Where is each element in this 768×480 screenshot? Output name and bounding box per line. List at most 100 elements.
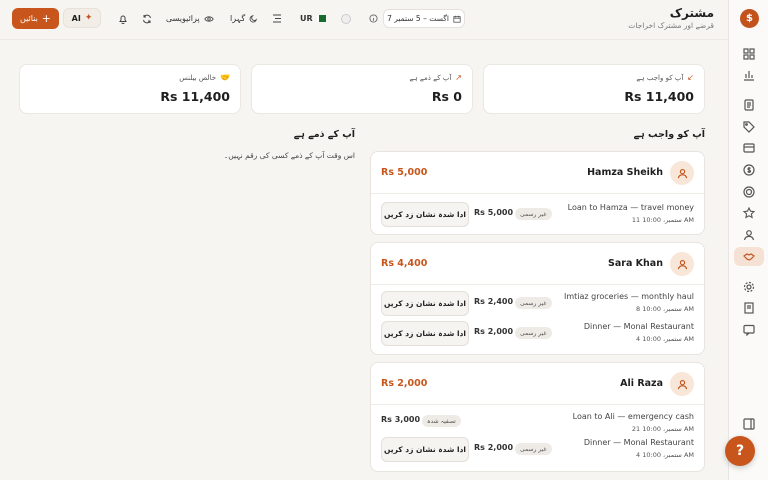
help-button[interactable]: ? [725,436,755,466]
moon-icon [249,15,258,23]
refresh-icon[interactable] [142,10,152,27]
help-icon: ? [735,443,745,459]
dollar-circle-icon[interactable] [741,162,757,178]
person-total: Rs 4,400 [381,258,428,269]
summary-label-wrap: 🤝 خالص بیلنس [179,73,230,82]
loan-description: Loan to Ali — emergency cash [572,412,694,421]
menu-lines-icon[interactable] [272,10,282,27]
language-selector[interactable]: UR [300,10,326,27]
document-icon[interactable] [741,97,757,113]
summary-label: آپ کے ذمے ہے [409,73,452,82]
tag-icon[interactable] [741,119,757,135]
handshake-icon: 🤝 [220,73,230,82]
user-avatar-icon [670,252,694,276]
mark-paid-button[interactable]: ادا شدہ نشان زد کریں [381,437,469,462]
mark-paid-button[interactable]: ادا شدہ نشان زد کریں [381,202,469,227]
chart-icon[interactable] [741,67,757,83]
loan-date: 4 ستمبر، 10:00 AM [636,451,694,459]
settings-icon[interactable] [741,279,757,295]
loan-amount: Rs 2,000 [474,327,514,336]
handshake-icon[interactable] [734,247,764,266]
person-card-header[interactable]: Hamza Sheikh Rs 5,000 [371,152,704,194]
theme-toggle[interactable]: گہرا [230,10,258,27]
status-badge: غیر رسمی [515,443,552,455]
create-label: بنائیں [19,14,38,23]
mark-paid-button[interactable]: ادا شدہ نشان زد کریں [381,321,469,346]
person-name: Sara Khan [608,258,663,269]
calendar-icon [453,15,461,23]
privacy-toggle[interactable]: پرائیویسی [166,10,214,27]
summary-card-net-balance: 🤝 خالص بیلنس Rs 11,400 [19,64,241,114]
summary-value: Rs 0 [431,89,462,104]
mark-paid-button[interactable]: ادا شدہ نشان زد کریں [381,291,469,316]
receipt-icon[interactable] [741,300,757,316]
arrow-down-left-icon: ↙ [687,73,694,82]
loan-description: Dinner — Monal Restaurant [583,322,694,331]
status-badge: غیر رسمی [515,297,552,309]
loan-amount: Rs 3,000 [381,415,421,424]
status-toggle[interactable] [341,10,351,27]
collapse-sidebar-icon[interactable] [741,416,757,432]
section-title-you-owe: آپ کے ذمے ہے [293,129,355,140]
loan-row: Loan to Ali — emergency cash 21 ستمبر، 1… [371,411,704,439]
language-code: UR [300,14,313,23]
person-name: Hamza Sheikh [587,167,663,178]
eye-icon [204,15,214,22]
user-avatar-icon [670,372,694,396]
person-name: Ali Raza [620,378,663,389]
ai-button[interactable]: AI ✦ [63,8,101,28]
privacy-label: پرائیویسی [166,14,200,23]
loan-amount: Rs 2,400 [474,297,514,306]
dashboard-icon[interactable] [741,46,757,62]
summary-label: خالص بیلنس [179,73,217,82]
loan-date: 4 ستمبر، 10:00 AM [636,335,694,343]
loan-description: Loan to Hamza — travel money [567,203,694,212]
info-icon[interactable] [369,10,378,27]
status-badge: غیر رسمی [515,208,552,220]
date-range-picker[interactable]: 7 اگست – 5 ستمبر [383,9,465,28]
arrow-up-right-icon: ↗ [455,73,462,82]
toggle-dot [341,13,351,24]
loan-row: Dinner — Monal Restaurant 4 ستمبر، 10:00… [371,437,704,465]
person-total: Rs 2,000 [381,378,428,389]
page-title: مشترک [669,6,714,20]
loan-description: Dinner — Monal Restaurant [583,438,694,447]
bell-icon[interactable] [118,10,128,27]
user-avatar-icon [670,161,694,185]
user-icon[interactable] [741,227,757,243]
summary-card-owed-to-you: ↙ آپ کو واجب ہے Rs 11,400 [483,64,705,114]
wallet-icon[interactable] [741,140,757,156]
sidebar: $ [728,0,768,480]
section-title-owed-to-you: آپ کو واجب ہے [633,129,705,140]
date-range-text: 7 اگست – 5 ستمبر [387,14,449,23]
summary-value: Rs 11,400 [160,89,230,104]
ai-label: AI [71,13,81,23]
app-logo[interactable]: $ [740,9,759,28]
person-card-header[interactable]: Sara Khan Rs 4,400 [371,243,704,285]
loan-date: 8 ستمبر، 10:00 AM [636,305,694,313]
person-card-header[interactable]: Ali Raza Rs 2,000 [371,363,704,405]
person-card: Ali Raza Rs 2,000 Loan to Ali — emergenc… [370,362,705,472]
status-badge: تصفیہ شدہ [422,415,461,427]
loan-description: Imtiaz groceries — monthly haul [564,292,694,301]
summary-card-you-owe: ↗ آپ کے ذمے ہے Rs 0 [251,64,473,114]
loan-row: Loan to Hamza — travel money 11 ستمبر، 1… [371,202,704,230]
loan-row: Imtiaz groceries — monthly haul 8 ستمبر،… [371,291,704,319]
star-icon[interactable] [741,205,757,221]
target-icon[interactable] [741,184,757,200]
summary-label: آپ کو واجب ہے [636,73,684,82]
plus-icon: + [41,12,52,25]
pakistan-flag-icon [316,15,326,22]
feedback-icon[interactable] [741,322,757,338]
loan-amount: Rs 2,000 [474,443,514,452]
create-button[interactable]: بنائیں + [12,8,59,29]
loan-amount: Rs 5,000 [474,208,514,217]
top-header: مشترک قرضے اور مشترک اخراجات 7 اگست – 5 … [0,0,728,40]
status-badge: غیر رسمی [515,327,552,339]
summary-label-wrap: ↗ آپ کے ذمے ہے [409,73,462,82]
loan-date: 11 ستمبر، 10:00 AM [631,216,694,224]
person-total: Rs 5,000 [381,167,428,178]
loan-row: Dinner — Monal Restaurant 4 ستمبر، 10:00… [371,321,704,349]
theme-label: گہرا [230,14,246,23]
loan-date: 21 ستمبر، 10:00 AM [631,425,694,433]
